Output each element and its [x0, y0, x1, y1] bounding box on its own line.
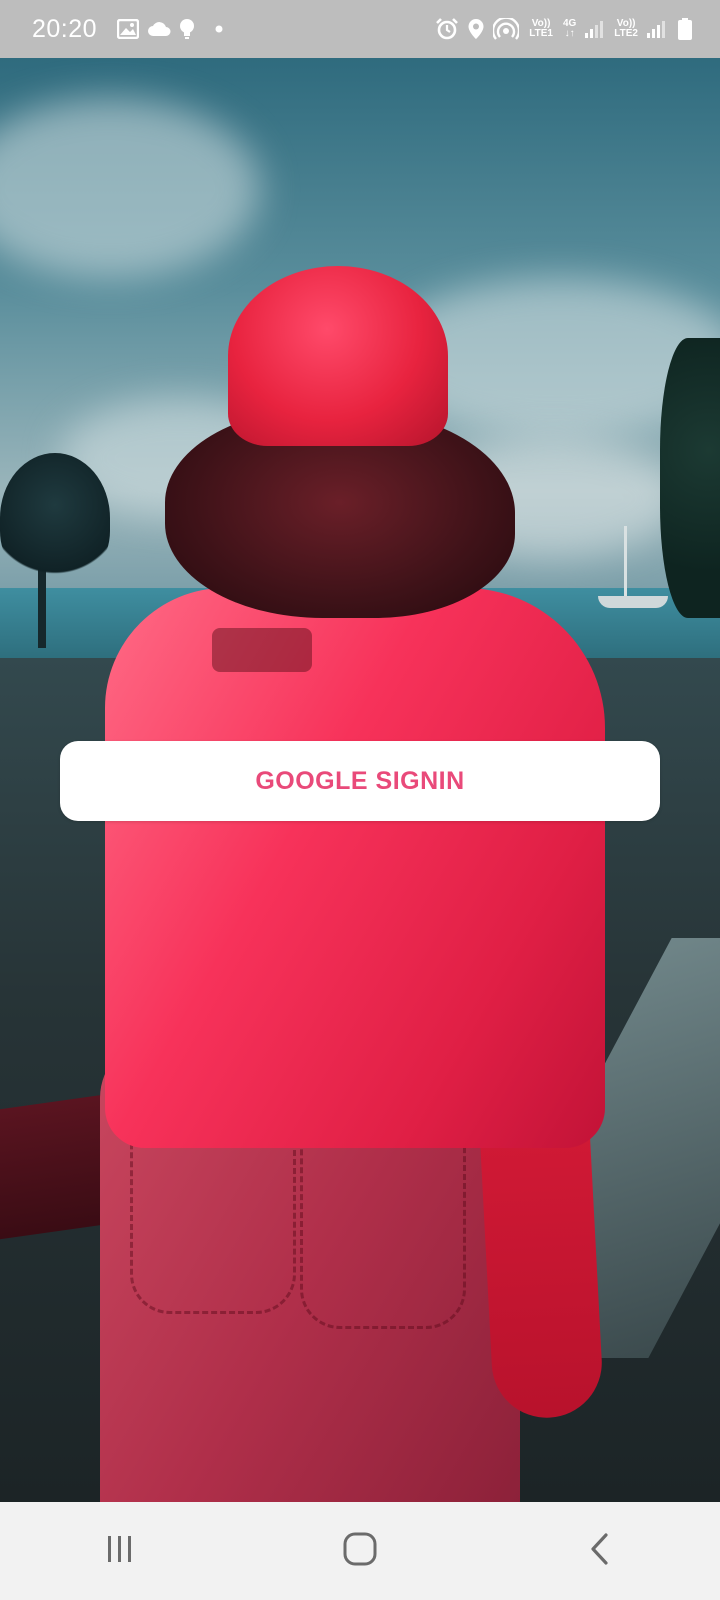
network-lte1-icon: Vo)) LTE1: [529, 19, 553, 39]
net-type-bottom-label: ↓↑: [564, 28, 575, 39]
home-icon: [343, 1532, 377, 1571]
google-signin-button[interactable]: GOOGLE SIGNIN: [60, 741, 660, 821]
google-signin-label: GOOGLE SIGNIN: [255, 766, 465, 795]
status-bar: 20:20 Vo)) LTE1 4G ↓↑ Vo)) LTE2: [0, 0, 720, 58]
lightbulb-icon: [179, 18, 195, 40]
location-icon: [467, 18, 485, 40]
gallery-icon: [117, 19, 140, 39]
cloud-icon: [147, 21, 171, 37]
status-bar-left: 20:20: [32, 0, 427, 58]
recent-apps-button[interactable]: [60, 1511, 180, 1591]
dot-icon: [215, 25, 223, 33]
sim1-bottom-label: LTE1: [529, 28, 553, 39]
network-type-icon: 4G ↓↑: [563, 19, 576, 39]
status-clock: 20:20: [32, 14, 98, 43]
network-lte2-icon: Vo)) LTE2: [614, 19, 638, 39]
recent-apps-icon: [105, 1534, 135, 1569]
home-button[interactable]: [300, 1511, 420, 1591]
alarm-icon: [435, 18, 459, 40]
back-icon: [588, 1532, 612, 1571]
back-button[interactable]: [540, 1511, 660, 1591]
signal-icon: [646, 19, 666, 39]
sim2-bottom-label: LTE2: [614, 28, 638, 39]
login-screen: 20:20 Vo)) LTE1 4G ↓↑ Vo)) LTE2 GOOGLE S…: [0, 0, 720, 1600]
hotspot-icon: [493, 18, 520, 40]
signal-icon: [584, 19, 604, 39]
navigation-bar: [0, 1502, 720, 1600]
battery-icon: [678, 18, 692, 40]
status-bar-right: Vo)) LTE1 4G ↓↑ Vo)) LTE2: [427, 0, 692, 58]
